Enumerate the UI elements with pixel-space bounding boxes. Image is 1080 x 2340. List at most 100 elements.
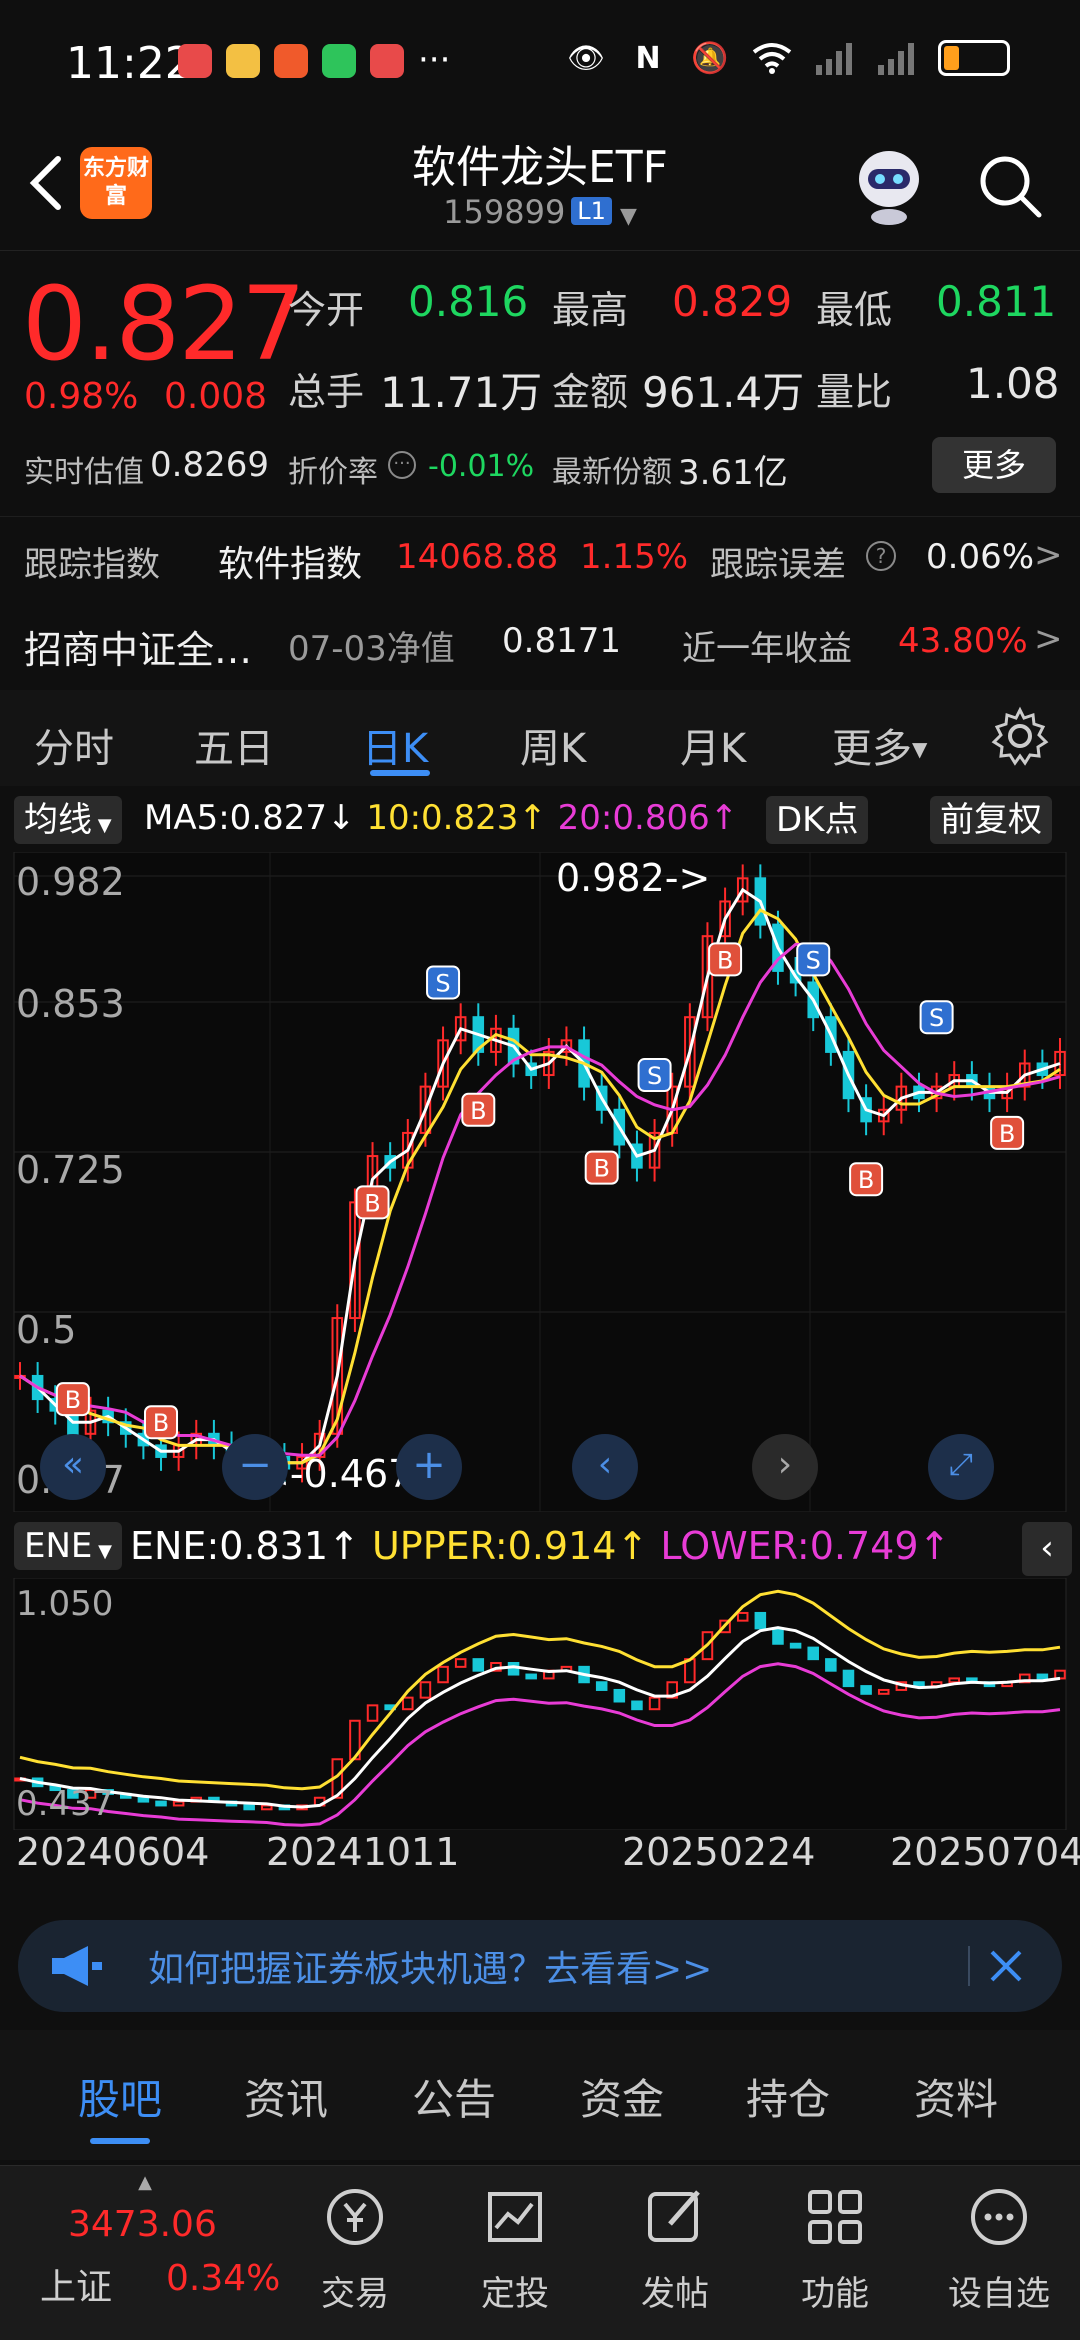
zoom-in-icon[interactable]: +: [396, 1434, 462, 1500]
nav-watchlist-label: 设自选: [948, 2274, 1050, 2314]
ma5-value: MA5:0.827: [144, 798, 328, 838]
ma-values: MA5:0.827↓ 10:0.823↑ 20:0.806↑: [144, 798, 738, 838]
shares-label: 最新份额: [552, 455, 672, 490]
nav-trade[interactable]: 交易: [300, 2176, 410, 2315]
status-right: 👁 N 🔕: [566, 40, 1010, 76]
tab-profile[interactable]: 资料: [914, 2066, 998, 2127]
status-bar: 11:22 ··· 👁 N 🔕: [0, 0, 1080, 120]
chevron-right-icon[interactable]: >: [1034, 535, 1063, 575]
volume-label: 总手: [288, 370, 365, 414]
tab-five-day[interactable]: 五日: [194, 716, 274, 774]
quote-panel: 0.827 0.98% 0.008 今开 0.816 最高 0.829 最低 0…: [0, 250, 1080, 690]
tab-monthly-k[interactable]: 月K: [680, 716, 746, 774]
nav-functions[interactable]: 功能: [780, 2176, 890, 2315]
ene-candle: [472, 1658, 485, 1672]
ene-candle: [772, 1627, 784, 1645]
tab-intraday[interactable]: 分时: [34, 716, 114, 774]
chevron-right-icon[interactable]: ›: [752, 1434, 818, 1500]
help-icon[interactable]: ?: [866, 541, 896, 571]
year-return-label: 近一年收益: [682, 629, 852, 669]
lower-value: LOWER:0.749: [660, 1524, 919, 1568]
tab-forum[interactable]: 股吧: [78, 2066, 162, 2127]
expand-icon[interactable]: ⤢: [928, 1434, 994, 1500]
caret-icon: ▼: [92, 815, 112, 836]
nav-watchlist[interactable]: 设自选: [944, 2176, 1054, 2315]
ene-svg: [13, 1578, 1067, 1830]
level-badge: L1: [571, 197, 612, 225]
ma20-value: 20:0.806: [557, 798, 710, 838]
date-label: 20240604: [16, 1830, 210, 1874]
sell-signal-marker: S: [637, 1058, 672, 1093]
buy-signal-marker: B: [55, 1382, 90, 1417]
more-button[interactable]: 更多: [932, 437, 1056, 493]
chevron-right-icon[interactable]: >: [1034, 619, 1063, 659]
adjust-button[interactable]: 前复权: [930, 796, 1052, 844]
sell-signal-marker: S: [796, 942, 831, 977]
dk-point-button[interactable]: DK点: [766, 796, 869, 844]
content-tabs: 股吧 资讯 公告 资金 持仓 资料: [0, 2030, 1080, 2160]
kline-chart[interactable]: BBBSBBSBSBSB 0.982 0.853 0.725 0.5 0.467…: [0, 851, 1080, 1513]
signal2-icon: [876, 40, 916, 76]
ma-selector[interactable]: 均线 ▼: [14, 796, 122, 844]
tab-daily-k[interactable]: 日K: [362, 716, 428, 774]
index-ticker[interactable]: ▲ 3473.06 上证 0.34%: [20, 2172, 280, 2332]
tab-more[interactable]: 更多▼: [832, 716, 927, 774]
amount-label: 金额: [552, 370, 629, 414]
svg-text:B: B: [593, 1155, 609, 1183]
svg-text:B: B: [65, 1386, 81, 1414]
tab-announcements[interactable]: 公告: [412, 2066, 496, 2127]
chevron-left-icon[interactable]: ‹: [572, 1434, 638, 1500]
promo-banner[interactable]: 如何把握证券板块机遇？去看看>>: [18, 1920, 1062, 2012]
track-error-label: 跟踪误差: [710, 545, 846, 585]
close-icon[interactable]: [978, 1938, 1034, 1994]
tab-news[interactable]: 资讯: [244, 2066, 328, 2127]
index-name: 上证: [40, 2267, 113, 2308]
tab-weekly-k[interactable]: 周K: [520, 716, 586, 774]
date-axis: 20240604 20241011 20250224 20250704: [0, 1830, 1080, 1900]
tab-funds[interactable]: 资金: [580, 2066, 664, 2127]
svg-text:B: B: [153, 1409, 169, 1437]
robot-assistant-icon[interactable]: [850, 141, 928, 225]
divider: [0, 516, 1080, 517]
more-circle-icon: [971, 2189, 1027, 2245]
sell-signal-marker: S: [426, 965, 461, 1000]
search-icon[interactable]: [975, 151, 1045, 221]
tab-holdings[interactable]: 持仓: [746, 2066, 830, 2127]
code-text: 159899: [443, 193, 566, 231]
nav-post[interactable]: 发帖: [620, 2176, 730, 2315]
divider: [968, 1946, 970, 1986]
ene-candle: [137, 1796, 150, 1803]
ma-chip-label: 均线: [24, 800, 92, 840]
upper-value: UPPER:0.914: [371, 1524, 617, 1568]
chevron-down-icon: ▼: [619, 204, 637, 229]
y-tick-label: 0.5: [16, 1308, 77, 1352]
wifi-icon: [752, 40, 792, 76]
index-value: 3473.06: [68, 2204, 217, 2245]
collapse-icon[interactable]: ‹: [1022, 1522, 1072, 1576]
up-arrow-icon: ↑: [328, 1524, 372, 1568]
info-icon[interactable]: ···: [388, 451, 416, 479]
low-value: 0.811: [936, 277, 1057, 326]
indicator-selector[interactable]: ENE ▼: [14, 1522, 122, 1570]
nav-invest-label: 定投: [481, 2274, 549, 2314]
ene-candle: [842, 1669, 855, 1688]
up-arrow-icon: ↑: [918, 1524, 951, 1568]
up-arrow-icon: ↑: [616, 1524, 661, 1568]
ene-y-top: 1.050: [16, 1584, 114, 1624]
gear-icon[interactable]: [990, 706, 1050, 766]
zoom-out-icon[interactable]: −: [222, 1434, 288, 1500]
wechat-icon: [322, 44, 356, 78]
track-value: 14068.88: [396, 537, 559, 577]
status-time: 11:22: [66, 38, 193, 89]
fund-name[interactable]: 招商中证全…: [24, 619, 252, 674]
ene-candle: [1036, 1673, 1049, 1680]
rewind-icon[interactable]: «: [40, 1434, 106, 1500]
nav-invest[interactable]: 定投: [460, 2176, 570, 2315]
high-label: 最高: [552, 288, 629, 332]
ma10-value: 10:0.823: [366, 798, 519, 838]
svg-text:S: S: [806, 946, 821, 974]
high-value: 0.829: [672, 277, 793, 326]
track-index[interactable]: 软件指数: [218, 535, 362, 587]
open-value: 0.816: [408, 277, 529, 326]
tab-underline: [90, 2138, 150, 2144]
